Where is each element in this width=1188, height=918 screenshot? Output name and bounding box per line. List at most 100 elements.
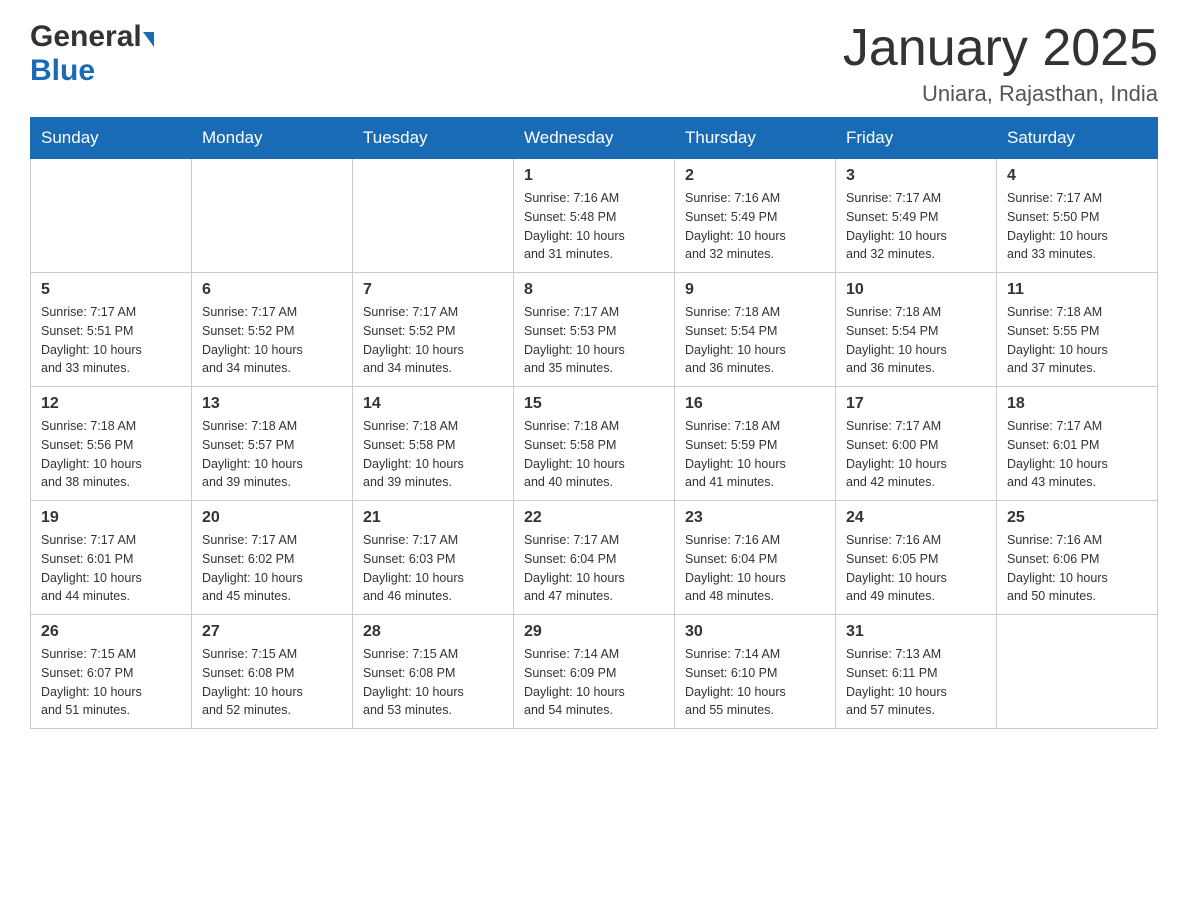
- calendar-week-row: 19 Sunrise: 7:17 AM Sunset: 6:01 PM Dayli…: [31, 501, 1158, 615]
- day-info: Sunrise: 7:18 AM Sunset: 5:54 PM Dayligh…: [685, 303, 825, 378]
- calendar-cell: 7Sunrise: 7:17 AM Sunset: 5:52 PM Daylig…: [353, 273, 514, 387]
- day-number: 20: [202, 509, 342, 527]
- logo-blue-text: Blue: [30, 54, 95, 87]
- column-header-wednesday: Wednesday: [514, 118, 675, 159]
- day-info: Sunrise: 7:17 AM Sunset: 6:02 PM Dayligh…: [202, 531, 342, 606]
- calendar-cell: 5 Sunrise: 7:17 AM Sunset: 5:51 PM Daylig…: [31, 273, 192, 387]
- day-info: Sunrise: 7:17 AM Sunset: 5:51 PM Dayligh…: [41, 303, 181, 378]
- calendar-cell: 17 Sunrise: 7:17 AM Sunset: 6:00 PM Dayli…: [836, 387, 997, 501]
- day-number: 16: [685, 395, 825, 413]
- day-number: 30: [685, 623, 825, 641]
- calendar-week-row: 12Sunrise: 7:18 AM Sunset: 5:56 PM Dayli…: [31, 387, 1158, 501]
- day-number: 2: [685, 167, 825, 185]
- day-number: 28: [363, 623, 503, 641]
- title-section: January 2025 Uniara, Rajasthan, India: [843, 20, 1158, 107]
- column-header-friday: Friday: [836, 118, 997, 159]
- calendar-cell: 26 Sunrise: 7:15 AM Sunset: 6:07 PM Dayli…: [31, 615, 192, 729]
- day-info: Sunrise: 7:14 AM Sunset: 6:10 PM Dayligh…: [685, 645, 825, 720]
- page-header: General Blue January 2025 Uniara, Rajast…: [30, 20, 1158, 107]
- day-info: Sunrise: 7:18 AM Sunset: 5:58 PM Dayligh…: [524, 417, 664, 492]
- day-number: 1: [524, 167, 664, 185]
- calendar-cell: 8Sunrise: 7:17 AM Sunset: 5:53 PM Daylig…: [514, 273, 675, 387]
- day-number: 7: [363, 281, 503, 299]
- calendar-cell: 3 Sunrise: 7:17 AM Sunset: 5:49 PM Daylig…: [836, 159, 997, 273]
- calendar-cell: 16Sunrise: 7:18 AM Sunset: 5:59 PM Dayli…: [675, 387, 836, 501]
- calendar-cell: 6Sunrise: 7:17 AM Sunset: 5:52 PM Daylig…: [192, 273, 353, 387]
- calendar-cell: 14 Sunrise: 7:18 AM Sunset: 5:58 PM Dayli…: [353, 387, 514, 501]
- calendar-cell: [31, 159, 192, 273]
- day-info: Sunrise: 7:15 AM Sunset: 6:07 PM Dayligh…: [41, 645, 181, 720]
- day-number: 24: [846, 509, 986, 527]
- calendar-cell: 1Sunrise: 7:16 AM Sunset: 5:48 PM Daylig…: [514, 159, 675, 273]
- column-header-thursday: Thursday: [675, 118, 836, 159]
- day-number: 15: [524, 395, 664, 413]
- day-number: 18: [1007, 395, 1147, 413]
- column-header-sunday: Sunday: [31, 118, 192, 159]
- calendar-table: SundayMondayTuesdayWednesdayThursdayFrid…: [30, 117, 1158, 729]
- day-number: 6: [202, 281, 342, 299]
- calendar-cell: 11 Sunrise: 7:18 AM Sunset: 5:55 PM Dayli…: [997, 273, 1158, 387]
- day-info: Sunrise: 7:13 AM Sunset: 6:11 PM Dayligh…: [846, 645, 986, 720]
- calendar-week-row: 1Sunrise: 7:16 AM Sunset: 5:48 PM Daylig…: [31, 159, 1158, 273]
- day-info: Sunrise: 7:16 AM Sunset: 5:49 PM Dayligh…: [685, 189, 825, 264]
- day-number: 23: [685, 509, 825, 527]
- calendar-cell: 15 Sunrise: 7:18 AM Sunset: 5:58 PM Dayli…: [514, 387, 675, 501]
- day-info: Sunrise: 7:17 AM Sunset: 5:53 PM Dayligh…: [524, 303, 664, 378]
- day-number: 3: [846, 167, 986, 185]
- calendar-cell: [353, 159, 514, 273]
- calendar-cell: 10 Sunrise: 7:18 AM Sunset: 5:54 PM Dayli…: [836, 273, 997, 387]
- calendar-week-row: 5 Sunrise: 7:17 AM Sunset: 5:51 PM Daylig…: [31, 273, 1158, 387]
- day-info: Sunrise: 7:17 AM Sunset: 6:03 PM Dayligh…: [363, 531, 503, 606]
- day-info: Sunrise: 7:17 AM Sunset: 6:04 PM Dayligh…: [524, 531, 664, 606]
- day-info: Sunrise: 7:18 AM Sunset: 5:58 PM Dayligh…: [363, 417, 503, 492]
- day-number: 10: [846, 281, 986, 299]
- calendar-cell: 27Sunrise: 7:15 AM Sunset: 6:08 PM Dayli…: [192, 615, 353, 729]
- calendar-cell: 30 Sunrise: 7:14 AM Sunset: 6:10 PM Dayli…: [675, 615, 836, 729]
- day-number: 26: [41, 623, 181, 641]
- day-info: Sunrise: 7:16 AM Sunset: 6:05 PM Dayligh…: [846, 531, 986, 606]
- day-number: 12: [41, 395, 181, 413]
- calendar-cell: 9 Sunrise: 7:18 AM Sunset: 5:54 PM Daylig…: [675, 273, 836, 387]
- day-info: Sunrise: 7:18 AM Sunset: 5:54 PM Dayligh…: [846, 303, 986, 378]
- day-info: Sunrise: 7:14 AM Sunset: 6:09 PM Dayligh…: [524, 645, 664, 720]
- logo: General Blue: [30, 20, 154, 88]
- calendar-cell: 4 Sunrise: 7:17 AM Sunset: 5:50 PM Daylig…: [997, 159, 1158, 273]
- day-number: 14: [363, 395, 503, 413]
- day-info: Sunrise: 7:17 AM Sunset: 5:50 PM Dayligh…: [1007, 189, 1147, 264]
- calendar-title: January 2025: [843, 20, 1158, 77]
- day-info: Sunrise: 7:18 AM Sunset: 5:55 PM Dayligh…: [1007, 303, 1147, 378]
- calendar-cell: 22 Sunrise: 7:17 AM Sunset: 6:04 PM Dayli…: [514, 501, 675, 615]
- calendar-cell: 13Sunrise: 7:18 AM Sunset: 5:57 PM Dayli…: [192, 387, 353, 501]
- day-number: 5: [41, 281, 181, 299]
- day-info: Sunrise: 7:17 AM Sunset: 6:01 PM Dayligh…: [41, 531, 181, 606]
- calendar-cell: 25 Sunrise: 7:16 AM Sunset: 6:06 PM Dayli…: [997, 501, 1158, 615]
- calendar-cell: 19 Sunrise: 7:17 AM Sunset: 6:01 PM Dayli…: [31, 501, 192, 615]
- calendar-cell: 28 Sunrise: 7:15 AM Sunset: 6:08 PM Dayli…: [353, 615, 514, 729]
- day-info: Sunrise: 7:15 AM Sunset: 6:08 PM Dayligh…: [363, 645, 503, 720]
- calendar-cell: 20 Sunrise: 7:17 AM Sunset: 6:02 PM Dayli…: [192, 501, 353, 615]
- day-info: Sunrise: 7:17 AM Sunset: 6:01 PM Dayligh…: [1007, 417, 1147, 492]
- day-number: 19: [41, 509, 181, 527]
- calendar-cell: [997, 615, 1158, 729]
- day-number: 17: [846, 395, 986, 413]
- calendar-cell: 29 Sunrise: 7:14 AM Sunset: 6:09 PM Dayli…: [514, 615, 675, 729]
- calendar-cell: 23Sunrise: 7:16 AM Sunset: 6:04 PM Dayli…: [675, 501, 836, 615]
- day-number: 9: [685, 281, 825, 299]
- day-number: 29: [524, 623, 664, 641]
- calendar-header-row: SundayMondayTuesdayWednesdayThursdayFrid…: [31, 118, 1158, 159]
- day-number: 22: [524, 509, 664, 527]
- day-info: Sunrise: 7:17 AM Sunset: 5:49 PM Dayligh…: [846, 189, 986, 264]
- day-number: 25: [1007, 509, 1147, 527]
- day-number: 21: [363, 509, 503, 527]
- calendar-cell: 24 Sunrise: 7:16 AM Sunset: 6:05 PM Dayli…: [836, 501, 997, 615]
- column-header-tuesday: Tuesday: [353, 118, 514, 159]
- logo-triangle-icon: [143, 32, 154, 47]
- day-number: 4: [1007, 167, 1147, 185]
- calendar-cell: 21 Sunrise: 7:17 AM Sunset: 6:03 PM Dayli…: [353, 501, 514, 615]
- day-info: Sunrise: 7:16 AM Sunset: 6:06 PM Dayligh…: [1007, 531, 1147, 606]
- day-number: 11: [1007, 281, 1147, 299]
- day-info: Sunrise: 7:17 AM Sunset: 6:00 PM Dayligh…: [846, 417, 986, 492]
- day-number: 31: [846, 623, 986, 641]
- calendar-cell: 18 Sunrise: 7:17 AM Sunset: 6:01 PM Dayli…: [997, 387, 1158, 501]
- calendar-cell: 31 Sunrise: 7:13 AM Sunset: 6:11 PM Dayli…: [836, 615, 997, 729]
